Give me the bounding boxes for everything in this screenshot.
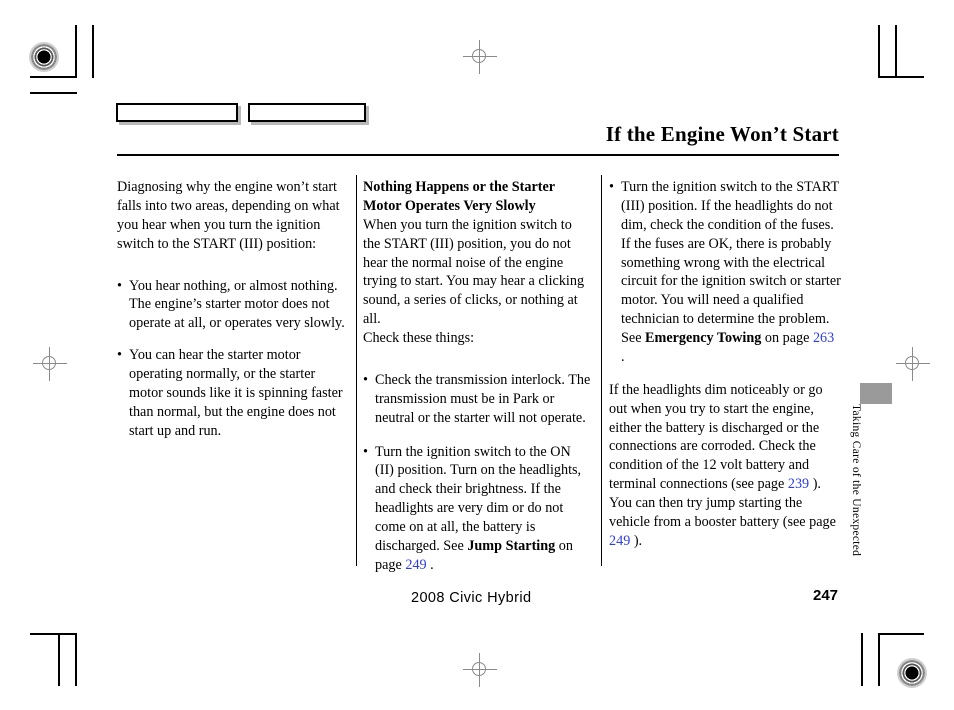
column3-bullet-list: • Turn the ignition switch to the START …: [609, 178, 841, 367]
column3-paragraph: If the headlights dim noticeably or go o…: [609, 381, 841, 551]
jump-starting-reference: Jump Starting: [467, 537, 556, 554]
list-item-text: You hear nothing, or almost nothing. The…: [129, 277, 345, 332]
crop-mark-bottom-right-vertical-outer: [861, 633, 863, 686]
registration-crosshair-bottom-center: [463, 653, 497, 687]
bullet-dot-icon: •: [117, 277, 122, 294]
side-tab-label: Taking Care of the Unexpected: [850, 404, 862, 557]
text-column-3: • Turn the ignition switch to the START …: [609, 178, 841, 564]
crop-mark-top-right-vertical: [878, 25, 880, 78]
text-column-1: Diagnosing why the engine won’t start fa…: [117, 178, 345, 441]
on-page-text: on page: [761, 330, 813, 346]
list-item-text: You can hear the starter motor operating…: [129, 347, 343, 439]
list-item-text: Turn the ignition switch to the ON (II) …: [375, 444, 581, 573]
crop-mark-top-left-horizontal-outer: [30, 92, 77, 94]
bullet-dot-icon: •: [609, 179, 614, 195]
page-link-239[interactable]: 239: [788, 476, 809, 492]
list-item: • Turn the ignition switch to the ON (II…: [363, 443, 591, 575]
column-divider-2: [601, 175, 602, 566]
column1-bullet-list: • You hear nothing, or almost nothing. T…: [117, 277, 345, 441]
trailing-punctuation: .: [426, 556, 434, 573]
column2-body-paragraph: When you turn the ignition switch to the…: [363, 216, 585, 328]
registration-crosshair-top-center: [463, 40, 497, 74]
crop-mark-top-right-horizontal: [880, 76, 924, 78]
title-underline-rule: [117, 154, 839, 156]
crop-mark-top-right-vertical-outer: [895, 25, 897, 78]
crop-mark-bottom-left-vertical-outer: [58, 633, 60, 686]
bullet-dot-icon: •: [363, 371, 368, 388]
registration-bullseye-bottom-right: [897, 658, 927, 688]
list-item-text: Check the transmission interlock. The tr…: [375, 371, 591, 426]
footer-page-number: 247: [813, 587, 839, 604]
crop-mark-top-left-vertical-outer: [92, 25, 94, 78]
list-item-text-lead: Turn the ignition switch to the START (I…: [621, 179, 841, 346]
list-item: • You hear nothing, or almost nothing. T…: [117, 277, 345, 334]
header-tab-box-1[interactable]: [116, 103, 238, 122]
page-link-249[interactable]: 249: [405, 557, 426, 573]
list-item: • You can hear the starter motor operati…: [117, 346, 345, 440]
crop-mark-top-left-vertical: [75, 25, 77, 78]
header-tab-box-2[interactable]: [248, 103, 366, 122]
side-tab-marker: [860, 383, 892, 404]
registration-crosshair-left-middle: [33, 347, 67, 381]
column-divider-1: [356, 175, 357, 566]
column3-paragraph-part3: ).: [630, 532, 643, 549]
column2-bullet-list: • Check the transmission interlock. The …: [363, 371, 591, 575]
crop-mark-top-left-horizontal: [30, 76, 77, 78]
crosshair-ring: [905, 356, 919, 370]
column2-check-line: Check these things:: [363, 330, 475, 346]
list-item: • Check the transmission interlock. The …: [363, 371, 591, 428]
page-link-249-secondary[interactable]: 249: [609, 533, 630, 549]
crop-mark-bottom-right-horizontal: [880, 633, 924, 635]
column2-subheading-line1: Nothing Happens or the Starter: [363, 179, 556, 195]
list-item: • Turn the ignition switch to the START …: [609, 178, 841, 367]
intro-paragraph: Diagnosing why the engine won’t start fa…: [117, 179, 340, 252]
manual-page: If the Engine Won’t Start Diagnosing why…: [0, 0, 954, 710]
crop-mark-bottom-left-horizontal: [30, 633, 77, 635]
crosshair-ring: [42, 356, 56, 370]
page-title: If the Engine Won’t Start: [605, 122, 839, 146]
column2-subheading-line2: Motor Operates Very Slowly: [363, 197, 536, 214]
emergency-towing-reference: Emergency Towing: [645, 330, 762, 346]
crosshair-ring: [472, 662, 486, 676]
crop-mark-bottom-left-vertical: [75, 633, 77, 686]
list-item-text: Turn the ignition switch to the START (I…: [621, 179, 841, 365]
registration-crosshair-right-middle: [896, 347, 930, 381]
bullet-dot-icon: •: [117, 347, 122, 364]
crop-mark-bottom-right-vertical: [878, 633, 880, 686]
trailing-punctuation: .: [621, 348, 625, 365]
footer-model-name: 2008 Civic Hybrid: [411, 590, 532, 606]
text-column-2: Nothing Happens or the Starter Motor Ope…: [363, 178, 591, 575]
crosshair-ring: [472, 49, 486, 63]
page-link-263[interactable]: 263: [813, 330, 834, 346]
registration-bullseye-top-left: [29, 42, 59, 72]
bullet-dot-icon: •: [363, 443, 368, 460]
